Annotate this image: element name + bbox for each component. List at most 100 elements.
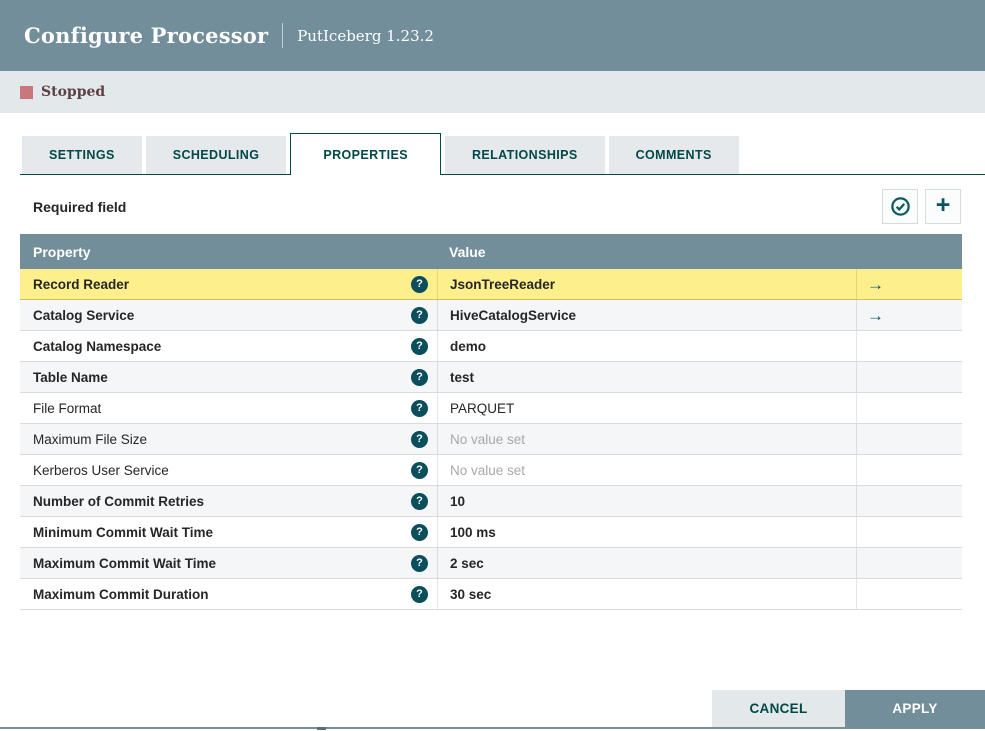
property-row[interactable]: Maximum Commit Duration? 30 sec	[20, 579, 962, 610]
property-name: Table Name	[33, 369, 108, 385]
help-icon[interactable]: ?	[411, 461, 428, 479]
property-name-cell: Catalog Namespace?	[20, 331, 437, 361]
property-row[interactable]: Kerberos User Service? No value set	[20, 455, 962, 486]
help-icon[interactable]: ?	[411, 306, 428, 324]
help-icon[interactable]: ?	[411, 275, 428, 293]
status-bar: Stopped	[0, 71, 985, 113]
property-value: 100 ms	[450, 524, 496, 540]
property-row[interactable]: Number of Commit Retries? 10	[20, 486, 962, 517]
property-value-cell[interactable]: 30 sec	[437, 579, 856, 609]
go-to-service-cell	[856, 331, 962, 361]
tabbar: SETTINGS SCHEDULING PROPERTIES RELATIONS…	[20, 133, 985, 175]
property-value: No value set	[450, 431, 526, 447]
dialog-title: Configure Processor	[24, 23, 269, 48]
property-name-cell: Table Name?	[20, 362, 437, 392]
toolbar-buttons: +	[882, 189, 961, 224]
help-icon[interactable]: ?	[411, 585, 428, 603]
help-icon[interactable]: ?	[411, 523, 428, 541]
property-name-cell: Minimum Commit Wait Time?	[20, 517, 437, 547]
property-value: PARQUET	[450, 400, 515, 416]
tab-comments[interactable]: COMMENTS	[608, 136, 739, 174]
help-icon[interactable]: ?	[411, 430, 428, 448]
go-to-service-cell	[856, 424, 962, 454]
cancel-button[interactable]: CANCEL	[712, 690, 845, 727]
property-name: Catalog Namespace	[33, 338, 162, 354]
help-icon[interactable]: ?	[411, 337, 428, 355]
property-name: Record Reader	[33, 276, 130, 292]
property-value-cell[interactable]: 100 ms	[437, 517, 856, 547]
property-name: File Format	[33, 400, 102, 416]
property-value-cell[interactable]: HiveCatalogService	[437, 300, 856, 330]
property-name-cell: Record Reader?	[20, 269, 437, 299]
property-name-cell: Maximum File Size?	[20, 424, 437, 454]
required-field-label: Required field	[33, 198, 127, 215]
property-name: Catalog Service	[33, 307, 135, 323]
help-icon[interactable]: ?	[411, 554, 428, 572]
column-header-property: Property	[33, 243, 91, 260]
property-name-cell: Catalog Service?	[20, 300, 437, 330]
property-table: Property Value Record Reader? JsonTreeRea…	[20, 234, 962, 610]
property-value-cell[interactable]: No value set	[437, 424, 856, 454]
property-name-cell: Maximum Commit Wait Time?	[20, 548, 437, 578]
help-icon[interactable]: ?	[411, 399, 428, 417]
status-label: Stopped	[41, 84, 106, 100]
tab-settings[interactable]: SETTINGS	[22, 136, 142, 174]
property-value: 2 sec	[450, 555, 484, 571]
property-value-cell[interactable]: test	[437, 362, 856, 392]
property-value-cell[interactable]: 10	[437, 486, 856, 516]
property-value: demo	[450, 338, 487, 354]
property-value: 30 sec	[450, 586, 492, 602]
property-name: Maximum Commit Wait Time	[33, 555, 217, 571]
property-name-cell: File Format?	[20, 393, 437, 423]
help-icon[interactable]: ?	[411, 492, 428, 510]
property-row[interactable]: Catalog Service? HiveCatalogService →	[20, 300, 962, 331]
property-value: 10	[450, 493, 466, 509]
property-value-cell[interactable]: demo	[437, 331, 856, 361]
property-name: Minimum Commit Wait Time	[33, 524, 214, 540]
check-circle-icon	[890, 196, 911, 217]
dialog-bottom-edge	[0, 727, 985, 729]
property-row[interactable]: Minimum Commit Wait Time? 100 ms	[20, 517, 962, 548]
property-value: No value set	[450, 462, 526, 478]
properties-toolbar: Required field +	[20, 189, 961, 224]
stopped-status-icon	[20, 85, 33, 99]
go-to-service-cell	[856, 455, 962, 485]
property-value-cell[interactable]: 2 sec	[437, 548, 856, 578]
property-name: Kerberos User Service	[33, 462, 169, 478]
property-value-cell[interactable]: PARQUET	[437, 393, 856, 423]
property-value-cell[interactable]: No value set	[437, 455, 856, 485]
property-table-body: Record Reader? JsonTreeReader → Catalog Ser…	[20, 269, 962, 610]
dialog-footer: CANCEL APPLY	[712, 690, 985, 727]
tab-scheduling[interactable]: SCHEDULING	[145, 136, 287, 174]
property-row[interactable]: Maximum File Size? No value set	[20, 424, 962, 455]
add-property-button[interactable]: +	[925, 189, 961, 224]
go-to-service-icon[interactable]: →	[867, 276, 884, 293]
property-row[interactable]: Record Reader? JsonTreeReader →	[20, 269, 962, 300]
property-name: Maximum Commit Duration	[33, 586, 209, 602]
go-to-service-cell[interactable]: →	[856, 300, 962, 330]
go-to-service-cell[interactable]: →	[856, 269, 962, 299]
property-value: HiveCatalogService	[450, 307, 577, 323]
title-separator	[282, 23, 284, 48]
tab-relationships[interactable]: RELATIONSHIPS	[444, 136, 605, 174]
property-name-cell: Number of Commit Retries?	[20, 486, 437, 516]
property-row[interactable]: Catalog Namespace? demo	[20, 331, 962, 362]
property-value: JsonTreeReader	[450, 276, 556, 292]
property-row[interactable]: Maximum Commit Wait Time? 2 sec	[20, 548, 962, 579]
property-row[interactable]: File Format? PARQUET	[20, 393, 962, 424]
property-row[interactable]: Table Name? test	[20, 362, 962, 393]
go-to-service-cell	[856, 362, 962, 392]
property-name-cell: Kerberos User Service?	[20, 455, 437, 485]
column-header-value: Value	[449, 243, 486, 260]
go-to-service-icon[interactable]: →	[867, 307, 884, 324]
tab-properties[interactable]: PROPERTIES	[290, 133, 441, 175]
property-value: test	[450, 369, 475, 385]
dialog-bottom-edge-tick	[317, 727, 326, 730]
property-value-cell[interactable]: JsonTreeReader	[437, 269, 856, 299]
dialog-header: Configure Processor PutIceberg 1.23.2	[0, 0, 985, 71]
verify-properties-button[interactable]	[882, 189, 918, 224]
go-to-service-cell	[856, 517, 962, 547]
help-icon[interactable]: ?	[411, 368, 428, 386]
apply-button[interactable]: APPLY	[845, 690, 985, 727]
property-name: Number of Commit Retries	[33, 493, 205, 509]
